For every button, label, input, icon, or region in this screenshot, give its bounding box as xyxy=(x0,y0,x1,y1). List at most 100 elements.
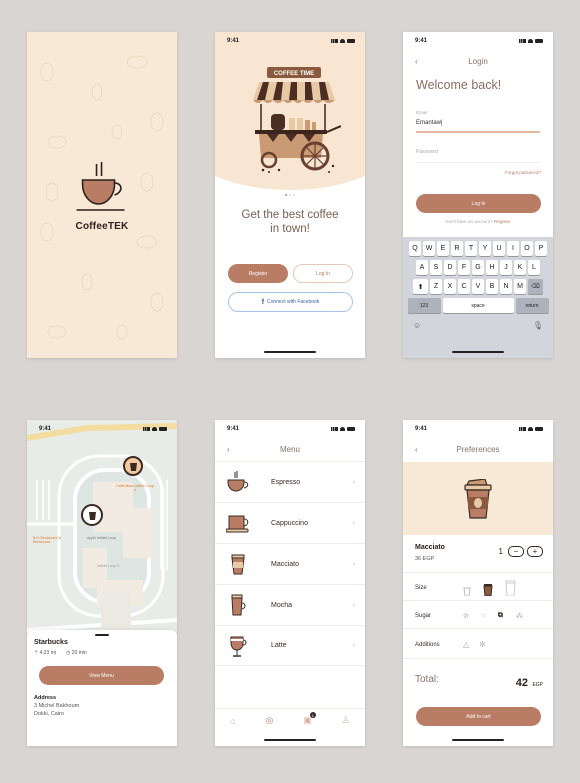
key-j[interactable]: J xyxy=(500,260,512,275)
key-e[interactable]: E xyxy=(437,241,449,256)
key-p[interactable]: P xyxy=(535,241,547,256)
back-icon[interactable]: ‹ xyxy=(227,445,230,454)
key-a[interactable]: A xyxy=(416,260,428,275)
headline-line-1: Get the best coffee xyxy=(241,209,339,221)
cinnamon-addition-option[interactable]: ✲ xyxy=(479,640,486,649)
size-medium-option[interactable] xyxy=(483,583,493,596)
divider xyxy=(403,600,553,601)
key-d[interactable]: D xyxy=(444,260,456,275)
back-icon[interactable]: ‹ xyxy=(415,57,418,66)
nav-title: Preferences xyxy=(456,444,500,454)
key-q[interactable]: Q xyxy=(409,241,421,256)
wifi-icon xyxy=(528,39,533,43)
keyboard-row-2: ASDFGHJKL xyxy=(405,260,551,275)
page-dot[interactable] xyxy=(289,194,291,196)
battery-icon xyxy=(347,427,355,431)
chevron-right-icon: › xyxy=(352,478,355,486)
login-submit-button[interactable]: Log In xyxy=(416,194,541,213)
key-w[interactable]: W xyxy=(423,241,435,256)
size-large-option[interactable] xyxy=(505,580,516,596)
view-menu-button[interactable]: View Menu xyxy=(39,666,164,685)
wifi-icon xyxy=(528,427,533,431)
space-key[interactable]: space xyxy=(442,298,514,313)
key-g[interactable]: G xyxy=(472,260,484,275)
nav-bar: ‹ Menu xyxy=(215,440,365,458)
add-to-cart-button[interactable]: Add to cart xyxy=(416,707,541,726)
key-t[interactable]: T xyxy=(465,241,477,256)
distance-info: ⇡ 4,23 mi xyxy=(34,650,56,656)
key-m[interactable]: M xyxy=(514,279,526,294)
key-c[interactable]: C xyxy=(458,279,470,294)
map-label-cafe: Caffè Macs Infinite Loop 4 xyxy=(116,484,154,492)
address-heading: Address xyxy=(34,695,57,701)
sugar-one-option[interactable]: □ xyxy=(482,613,485,619)
menu-item-cappuccino[interactable]: Cappuccino › xyxy=(215,502,365,543)
forgot-password-link[interactable]: Forgot password? xyxy=(505,170,541,175)
signal-icon xyxy=(519,39,526,43)
wifi-icon xyxy=(340,39,345,43)
keyboard-row-1: QWERTYUIOP xyxy=(405,241,551,256)
login-button[interactable]: Log In xyxy=(293,264,353,283)
key-i[interactable]: I xyxy=(507,241,519,256)
password-field[interactable]: Password xyxy=(416,149,438,155)
sugar-three-option[interactable]: ⁂ xyxy=(516,612,523,620)
backspace-key[interactable]: ⌫ xyxy=(528,279,543,294)
location-tab-icon[interactable]: ◎ xyxy=(265,715,273,726)
nav-title: Login xyxy=(468,56,488,66)
key-r[interactable]: R xyxy=(451,241,463,256)
key-l[interactable]: L xyxy=(528,260,540,275)
size-small-option[interactable] xyxy=(463,586,471,596)
status-bar: 9:41 xyxy=(215,420,365,438)
emoji-icon[interactable]: ☺ xyxy=(413,321,421,330)
key-h[interactable]: H xyxy=(486,260,498,275)
walk-icon: ⇡ xyxy=(34,650,39,656)
coffee-cart-illustration: COFFEE TIME xyxy=(253,67,341,173)
menu-item-espresso[interactable]: Espresso › xyxy=(215,461,365,502)
increase-quantity-button[interactable]: + xyxy=(527,546,543,557)
tab-bar: ⌂ ◎ ▣ 1 ♙ xyxy=(215,708,365,732)
onboarding-headline: Get the best coffee in town! xyxy=(215,208,365,236)
key-b[interactable]: B xyxy=(486,279,498,294)
register-button[interactable]: Register xyxy=(228,264,288,283)
map-pin-selected[interactable] xyxy=(123,456,143,476)
decrease-quantity-button[interactable]: − xyxy=(508,546,524,557)
page-dot[interactable] xyxy=(285,194,287,196)
return-key[interactable]: return xyxy=(515,298,549,313)
splash-screen: CoffeeTEK xyxy=(27,32,177,358)
cream-addition-option[interactable]: △ xyxy=(463,640,469,649)
key-u[interactable]: U xyxy=(493,241,505,256)
key-k[interactable]: K xyxy=(514,260,526,275)
cart-tab[interactable]: ▣ 1 xyxy=(303,712,316,726)
key-s[interactable]: S xyxy=(430,260,442,275)
shift-key[interactable]: ⬆ xyxy=(413,279,428,294)
key-x[interactable]: X xyxy=(444,279,456,294)
status-time: 9:41 xyxy=(415,38,428,44)
profile-tab-icon[interactable]: ♙ xyxy=(342,715,350,726)
sheet-grip-handle[interactable] xyxy=(95,634,109,636)
menu-item-mocha[interactable]: Mocha › xyxy=(215,584,365,625)
numbers-key[interactable]: 123 xyxy=(407,298,441,313)
menu-item-macciato[interactable]: Macciato › xyxy=(215,543,365,584)
email-field[interactable]: Emantaw| xyxy=(416,120,443,126)
signal-icon xyxy=(143,427,150,431)
sugar-row: Sugar ⊘ □ ⧉ ⁂ xyxy=(415,612,543,620)
map-pin-starbucks[interactable] xyxy=(81,504,103,526)
takeaway-cup-icon xyxy=(225,551,251,577)
home-tab-icon[interactable]: ⌂ xyxy=(230,716,235,726)
key-o[interactable]: O xyxy=(521,241,533,256)
key-n[interactable]: N xyxy=(500,279,512,294)
key-v[interactable]: V xyxy=(472,279,484,294)
menu-item-latte[interactable]: Latte › xyxy=(215,625,365,666)
microphone-icon[interactable]: 🎙 xyxy=(533,321,543,330)
status-time: 9:41 xyxy=(415,426,428,432)
chevron-right-icon: › xyxy=(352,601,355,609)
key-z[interactable]: Z xyxy=(430,279,442,294)
key-f[interactable]: F xyxy=(458,260,470,275)
page-dot[interactable] xyxy=(293,194,295,196)
sugar-two-option[interactable]: ⧉ xyxy=(498,612,503,620)
facebook-connect-button[interactable]: f Connect with Facebook xyxy=(228,292,353,312)
sugar-none-option[interactable]: ⊘ xyxy=(463,612,469,620)
back-icon[interactable]: ‹ xyxy=(415,445,418,454)
key-y[interactable]: Y xyxy=(479,241,491,256)
register-link[interactable]: Register xyxy=(494,219,511,224)
